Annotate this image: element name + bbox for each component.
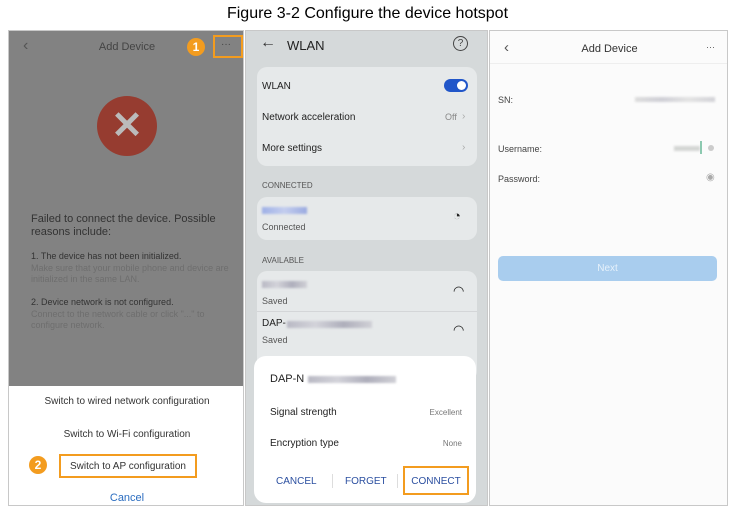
dialog-ssid: DAP-N	[270, 373, 305, 385]
error-title: Failed to connect the device. Possible r…	[31, 213, 216, 238]
network-acceleration-label[interactable]: Network acceleration	[262, 112, 355, 123]
saved-status: Saved	[262, 296, 288, 306]
more-icon[interactable]: ···	[706, 42, 715, 52]
signal-strength-label: Signal strength	[270, 407, 337, 418]
signal-strength-value: Excellent	[429, 408, 462, 417]
error-x-icon: ✕	[97, 96, 157, 156]
switch-wifi-option[interactable]: Switch to Wi-Fi configuration	[9, 429, 243, 440]
wlan-settings-card: WLAN Network acceleration Off › More set…	[257, 67, 477, 166]
header-title: Add Device	[98, 41, 156, 53]
bottom-sheet: Switch to wired network configuration Sw…	[9, 386, 243, 505]
password-label: Password:	[498, 174, 541, 184]
wlan-label: WLAN	[262, 81, 291, 92]
reason2-title: 2. Device network is not configured.	[31, 297, 174, 307]
network-connect-dialog: DAP-N Signal strength Excellent Encrypti…	[254, 356, 476, 503]
encryption-type-value: None	[442, 439, 462, 448]
header-title: Add Device	[581, 43, 638, 55]
wlan-settings-screen: ← WLAN ? WLAN Network acceleration Off ›…	[245, 30, 488, 506]
wlan-toggle[interactable]	[444, 79, 468, 92]
reason1-detail: Make sure that your mobile phone and dev…	[31, 263, 229, 284]
back-arrow-icon[interactable]: ←	[260, 34, 276, 52]
add-device-failed-screen: ‹ Add Device 1 ··· ✕ Failed to connect t…	[8, 30, 244, 506]
more-settings-label[interactable]: More settings	[262, 143, 322, 154]
available-header: AVAILABLE	[262, 256, 304, 265]
connect-button[interactable]: CONNECT	[403, 476, 469, 487]
switch-ap-option[interactable]: Switch to AP configuration	[59, 461, 197, 472]
username-label: Username:	[498, 144, 543, 154]
cancel-button[interactable]: Cancel	[9, 492, 243, 504]
add-device-login-screen: ‹ Add Device ··· SN: Username: Password:…	[489, 30, 728, 506]
text-cursor	[700, 141, 702, 154]
connected-status: Connected	[262, 222, 306, 232]
help-icon[interactable]: ?	[453, 36, 468, 51]
dap-ssid: DAP-	[262, 318, 286, 329]
saved-status: Saved	[262, 335, 288, 345]
wifi-lock-icon: ◔	[453, 208, 461, 223]
available-network-item[interactable]: Saved ◠	[257, 271, 477, 309]
next-button[interactable]: Next	[498, 256, 717, 281]
wifi-icon: ◠	[453, 283, 465, 298]
cancel-button[interactable]: CANCEL	[276, 476, 317, 487]
step-badge-1: 1	[187, 38, 205, 56]
eye-icon[interactable]: ◉	[706, 172, 715, 183]
chevron-right-icon: ›	[462, 111, 466, 122]
forget-button[interactable]: FORGET	[345, 476, 387, 487]
reason2-detail: Connect to the network cable or click ".…	[31, 309, 205, 330]
switch-wired-option[interactable]: Switch to wired network configuration	[9, 396, 243, 407]
encryption-type-label: Encryption type	[270, 438, 339, 449]
available-network-item-dap[interactable]: DAP- Saved ◠	[257, 311, 477, 349]
reason1-title: 1. The device has not been initialized.	[31, 251, 182, 261]
more-icon[interactable]: ···	[221, 39, 231, 50]
step-badge-2: 2	[29, 456, 47, 474]
connected-network[interactable]: Connected ◔	[257, 197, 477, 240]
chevron-right-icon: ›	[462, 142, 466, 153]
sn-label: SN:	[498, 95, 514, 105]
header-title: WLAN	[287, 38, 325, 53]
figure-title: Figure 3-2 Configure the device hotspot	[226, 5, 509, 22]
wifi-icon: ◠	[453, 322, 465, 337]
clear-icon[interactable]	[708, 145, 714, 151]
network-acceleration-value: Off	[445, 112, 457, 122]
connected-header: CONNECTED	[262, 181, 313, 190]
